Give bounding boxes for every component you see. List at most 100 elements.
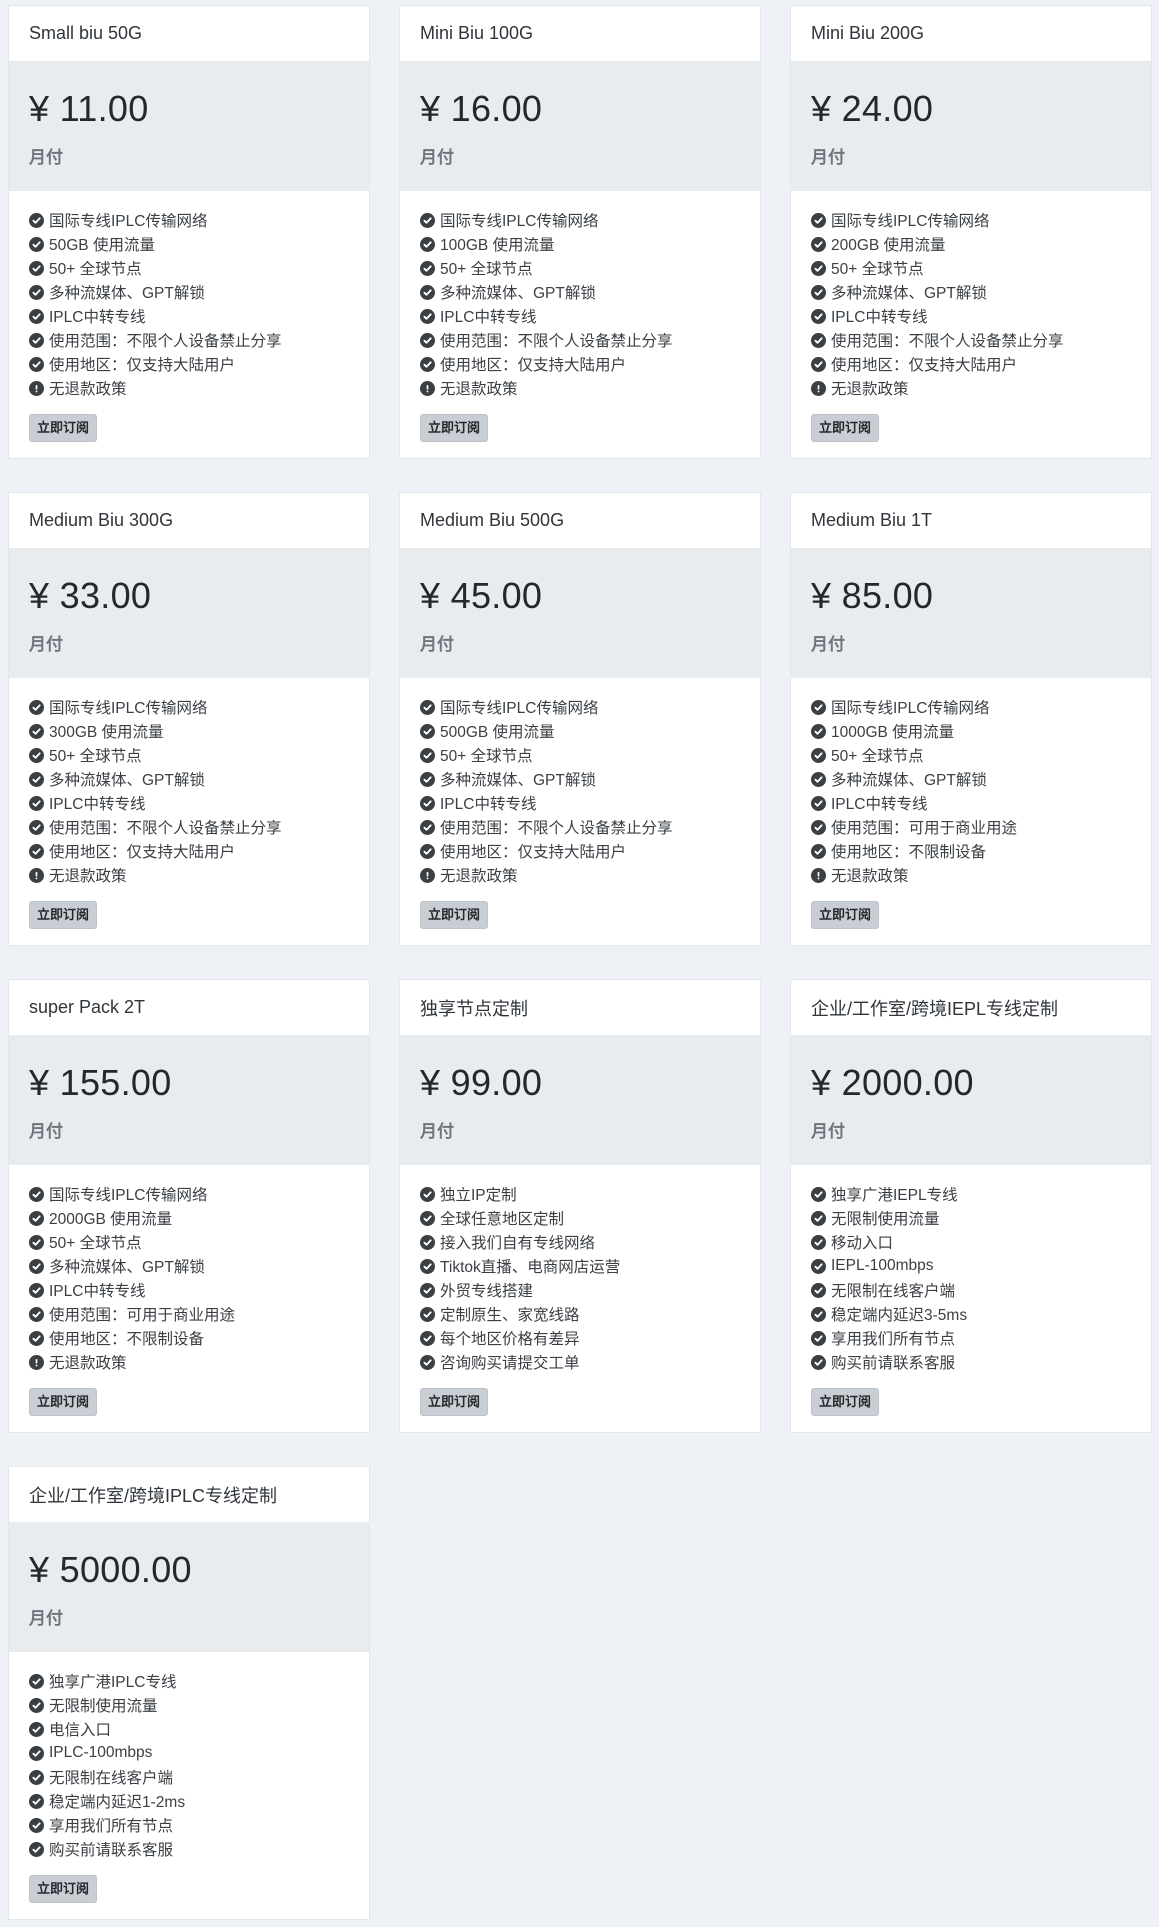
- subscribe-button[interactable]: 立即订阅: [29, 414, 98, 442]
- plan-price: ¥ 24.00: [811, 88, 934, 129]
- check-circle-icon: [29, 1721, 44, 1737]
- feature-item: 无限制在线客户端: [811, 1278, 1131, 1302]
- feature-text: 国际专线IPLC传输网络: [831, 213, 990, 230]
- feature-item: 50+ 全球节点: [420, 743, 740, 767]
- check-circle-icon: [811, 1354, 826, 1370]
- feature-text: 无限制使用流量: [49, 1698, 158, 1715]
- plan-card-5: Medium Biu 500G ¥ 45.00 月付 国际专线IPLC传输网络 5…: [399, 492, 761, 946]
- check-circle-icon: [29, 308, 44, 324]
- check-circle-icon: [420, 1234, 435, 1250]
- feature-text: 无限制在线客户端: [831, 1283, 956, 1300]
- plan-price: ¥ 85.00: [811, 575, 934, 616]
- subscribe-button[interactable]: 立即订阅: [811, 1388, 880, 1416]
- check-circle-icon: [811, 1282, 826, 1298]
- feature-text: 50+ 全球节点: [49, 1235, 142, 1252]
- check-circle-icon: [811, 747, 826, 763]
- check-circle-icon: [29, 795, 44, 811]
- exclamation-circle-icon: [811, 867, 826, 883]
- plan-name: Medium Biu 300G: [9, 493, 369, 548]
- feature-text: 国际专线IPLC传输网络: [440, 700, 599, 717]
- check-circle-icon: [29, 1330, 44, 1346]
- feature-item: 无退款政策: [420, 376, 740, 400]
- feature-text: 享用我们所有节点: [831, 1331, 956, 1348]
- feature-text: 使用范围：可用于商业用途: [49, 1307, 236, 1324]
- feature-item: IPLC-100mbps: [29, 1741, 349, 1765]
- feature-item: 使用范围：可用于商业用途: [811, 815, 1131, 839]
- check-circle-icon: [420, 236, 435, 252]
- check-circle-icon: [29, 212, 44, 228]
- check-circle-icon: [29, 332, 44, 348]
- feature-item: IEPL-100mbps: [811, 1254, 1131, 1278]
- feature-item: 使用范围：不限个人设备禁止分享: [420, 815, 740, 839]
- check-circle-icon: [811, 795, 826, 811]
- feature-item: 移动入口: [811, 1230, 1131, 1254]
- plan-price: ¥ 155.00: [29, 1062, 172, 1103]
- billing-period: 月付: [811, 148, 845, 167]
- check-circle-icon: [29, 284, 44, 300]
- subscribe-button[interactable]: 立即订阅: [29, 1388, 98, 1416]
- feature-item: Tiktok直播、电商网店运营: [420, 1254, 740, 1278]
- billing-period: 月付: [811, 635, 845, 654]
- feature-list: 独立IP定制 全球任意地区定制 接入我们自有专线网络 Tiktok直播、电商网店运营外…: [400, 1165, 760, 1374]
- feature-item: 使用范围：不限个人设备禁止分享: [420, 328, 740, 352]
- feature-text: 多种流媒体、GPT解锁: [49, 1259, 205, 1276]
- feature-item: 2000GB 使用流量: [29, 1206, 349, 1230]
- check-circle-icon: [811, 1330, 826, 1346]
- subscribe-button[interactable]: 立即订阅: [811, 414, 880, 442]
- feature-item: 50+ 全球节点: [29, 1230, 349, 1254]
- feature-item: 享用我们所有节点: [811, 1326, 1131, 1350]
- subscribe-button[interactable]: 立即订阅: [29, 1875, 98, 1903]
- feature-text: 使用地区：仅支持大陆用户: [440, 844, 627, 861]
- subscribe-button[interactable]: 立即订阅: [811, 901, 880, 929]
- price-block: ¥ 2000.00 月付: [791, 1035, 1151, 1165]
- feature-item: 独享广港IEPL专线: [811, 1182, 1131, 1206]
- check-circle-icon: [811, 1210, 826, 1226]
- feature-list: 国际专线IPLC传输网络 2000GB 使用流量 50+ 全球节点多种流媒体、GPT…: [9, 1165, 369, 1374]
- check-circle-icon: [420, 771, 435, 787]
- subscribe-button[interactable]: 立即订阅: [420, 1388, 489, 1416]
- feature-text: 无退款政策: [831, 868, 909, 885]
- feature-item: IPLC中转专线: [29, 304, 349, 328]
- plan-card-2: Mini Biu 100G ¥ 16.00 月付 国际专线IPLC传输网络 100…: [399, 5, 761, 459]
- feature-text: 50+ 全球节点: [49, 261, 142, 278]
- check-circle-icon: [29, 723, 44, 739]
- feature-item: 外贸专线搭建: [420, 1278, 740, 1302]
- feature-text: 无限制使用流量: [831, 1211, 940, 1228]
- feature-text: 多种流媒体、GPT解锁: [49, 772, 205, 789]
- check-circle-icon: [420, 843, 435, 859]
- feature-item: 50+ 全球节点: [29, 743, 349, 767]
- check-circle-icon: [811, 332, 826, 348]
- check-circle-icon: [420, 332, 435, 348]
- check-circle-icon: [29, 843, 44, 859]
- feature-text: 国际专线IPLC传输网络: [49, 700, 208, 717]
- feature-text: 使用范围：不限个人设备禁止分享: [440, 820, 673, 837]
- feature-text: 购买前请联系客服: [831, 1355, 956, 1372]
- feature-item: 使用范围：可用于商业用途: [29, 1302, 349, 1326]
- check-circle-icon: [811, 308, 826, 324]
- feature-text: 无退款政策: [831, 381, 909, 398]
- subscribe-button[interactable]: 立即订阅: [29, 901, 98, 929]
- feature-text: 国际专线IPLC传输网络: [49, 1187, 208, 1204]
- check-circle-icon: [420, 795, 435, 811]
- feature-item: 国际专线IPLC传输网络: [811, 695, 1131, 719]
- feature-item: 50GB 使用流量: [29, 232, 349, 256]
- exclamation-circle-icon: [29, 1354, 44, 1370]
- price-block: ¥ 99.00 月付: [400, 1035, 760, 1165]
- check-circle-icon: [420, 1258, 435, 1274]
- feature-text: 使用地区：仅支持大陆用户: [831, 357, 1018, 374]
- feature-item: 国际专线IPLC传输网络: [29, 1182, 349, 1206]
- feature-item: 无限制使用流量: [29, 1693, 349, 1717]
- exclamation-circle-icon: [29, 380, 44, 396]
- feature-text: 使用范围：不限个人设备禁止分享: [440, 333, 673, 350]
- check-circle-icon: [29, 1234, 44, 1250]
- feature-text: 多种流媒体、GPT解锁: [831, 285, 987, 302]
- price-block: ¥ 16.00 月付: [400, 61, 760, 191]
- feature-text: 每个地区价格有差异: [440, 1331, 580, 1348]
- plan-name: Medium Biu 1T: [791, 493, 1151, 548]
- subscribe-button[interactable]: 立即订阅: [420, 414, 489, 442]
- plan-price: ¥ 33.00: [29, 575, 152, 616]
- feature-item: 无退款政策: [29, 376, 349, 400]
- feature-item: 定制原生、家宽线路: [420, 1302, 740, 1326]
- feature-item: 使用范围：不限个人设备禁止分享: [811, 328, 1131, 352]
- subscribe-button[interactable]: 立即订阅: [420, 901, 489, 929]
